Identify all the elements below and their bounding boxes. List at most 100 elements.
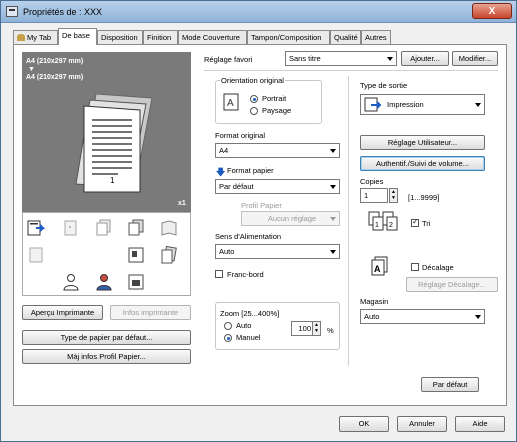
print-output-icon: [364, 97, 382, 112]
authentication-button[interactable]: Authentif./Suivi de volume...: [360, 156, 485, 171]
offset-checkbox[interactable]: [411, 263, 419, 271]
portrait-radio[interactable]: [250, 95, 258, 103]
collate-icon: 1 2: [368, 211, 398, 231]
secure-print-icon: [128, 274, 144, 290]
original-size-dropdown[interactable]: A4: [215, 143, 340, 158]
paper-profile-dropdown[interactable]: Aucun réglage: [241, 211, 340, 226]
printer-icon: [6, 6, 18, 17]
copies-input[interactable]: 1: [360, 188, 388, 203]
ok-button[interactable]: OK: [339, 416, 389, 432]
chevron-down-icon: [330, 217, 336, 221]
zoom-spinner[interactable]: ▲ ▼: [312, 321, 321, 336]
printer-info-button[interactable]: Infos imprimante: [110, 305, 191, 320]
paper-profile-label: Profil Papier: [241, 201, 282, 210]
preview-paper-size: A4 (210x297 mm): [26, 74, 84, 81]
modify-favorite-button[interactable]: Modifier...: [452, 51, 498, 66]
help-button[interactable]: Aide: [455, 416, 505, 432]
zoom-manual-radio[interactable]: [224, 334, 232, 342]
landscape-radio[interactable]: [250, 107, 258, 115]
feed-direction-dropdown[interactable]: Auto: [215, 244, 340, 259]
tab-de-base[interactable]: De base: [58, 28, 97, 45]
offset-icon: A: [371, 256, 388, 276]
tab-my-tab[interactable]: My Tab: [13, 30, 58, 44]
update-paper-profile-button[interactable]: Màj infos Profil Papier...: [22, 349, 191, 364]
copies-range: [1...9999]: [408, 193, 440, 202]
copies-label: Copies: [360, 177, 384, 186]
feed-direction-label: Sens d'Alimentation: [215, 232, 282, 241]
tab-finition[interactable]: Finition: [143, 30, 178, 44]
zoom-label: Zoom [25...400%]: [220, 309, 280, 318]
print-preview-button[interactable]: Aperçu Imprimante: [22, 305, 103, 320]
chevron-down-icon: [330, 185, 336, 189]
output-type-value: Impression: [387, 100, 424, 109]
chevron-down-icon: [475, 103, 481, 107]
punch-icon: [29, 247, 43, 263]
divider: [348, 76, 349, 366]
collate-icon: [128, 219, 144, 236]
collate-checkbox[interactable]: [411, 217, 419, 227]
output-type-label: Type de sortie: [360, 81, 408, 90]
svg-text:A: A: [374, 264, 381, 274]
tab-label: My Tab: [27, 33, 52, 42]
borderless-label: Franc-bord: [227, 270, 264, 279]
tab-disposition[interactable]: Disposition: [97, 30, 143, 44]
tab-label: De base: [62, 31, 90, 40]
zoom-unit: %: [327, 326, 334, 335]
paper-profile-value: Aucun réglage: [267, 214, 317, 223]
zoom-manual-label: Manuel: [236, 333, 261, 342]
default-paper-type-button[interactable]: Type de papier par défaut...: [22, 330, 191, 345]
cancel-button[interactable]: Annuler: [397, 416, 447, 432]
borderless-checkbox[interactable]: [215, 270, 223, 278]
page-number: 1: [110, 176, 115, 185]
staple-icon: [64, 220, 77, 236]
output-type-dropdown[interactable]: Impression: [360, 94, 485, 115]
copies-badge: x1: [178, 200, 186, 207]
original-size-value: A4: [219, 146, 229, 155]
favorite-value: Sans titre: [289, 54, 321, 63]
account-track-icon: [96, 274, 112, 291]
tab-qualite[interactable]: Qualité: [330, 30, 361, 44]
chevron-down-icon: [330, 250, 336, 254]
divider: [204, 70, 498, 71]
feed-direction-value: Auto: [219, 247, 235, 256]
tab-label: Autres: [365, 33, 387, 42]
tab-label: Finition: [147, 33, 172, 42]
paper-size-label: Format papier: [227, 166, 274, 175]
svg-text:A: A: [227, 98, 234, 109]
restore-defaults-button[interactable]: Par défaut: [421, 377, 479, 392]
page-preview: A4 (210x297 mm) ▼ A4 (210x297 mm) 1 x1: [22, 52, 191, 212]
window-title: Propriétés de : XXX: [23, 7, 103, 17]
paper-size-dropdown[interactable]: Par défaut: [215, 179, 340, 194]
user-settings-button[interactable]: Réglage Utilisateur...: [360, 135, 485, 150]
favorite-dropdown[interactable]: Sans titre: [285, 51, 397, 66]
user-icon: [63, 274, 79, 291]
print-output-icon: [27, 220, 45, 236]
copies-value: 1: [364, 191, 369, 200]
portrait-label: Portrait: [262, 94, 287, 103]
offset-label: Décalage: [422, 263, 454, 272]
svg-text:2: 2: [389, 222, 393, 229]
paper-size-value: Par défaut: [219, 182, 254, 191]
copies-spinner[interactable]: ▲ ▼: [389, 188, 398, 203]
preview-output-size: A4 (210x297 mm): [26, 58, 84, 65]
favorite-label: Réglage favori: [204, 55, 253, 64]
tab-label: Tampon/Composition: [251, 33, 322, 42]
tab-label: Mode Couverture: [182, 33, 240, 42]
add-favorite-button[interactable]: Ajouter...: [401, 51, 449, 66]
tab-autres[interactable]: Autres: [361, 30, 391, 44]
chevron-down-icon: [475, 315, 481, 319]
landscape-label: Paysage: [262, 106, 292, 115]
tab-tampon-composition[interactable]: Tampon/Composition: [247, 30, 330, 44]
duplex-icon: [96, 219, 111, 236]
svg-text:1: 1: [375, 222, 379, 229]
orientation-label: Orientation original: [220, 76, 285, 85]
close-button[interactable]: X: [472, 3, 512, 19]
tab-mode-couverture[interactable]: Mode Couverture: [178, 30, 247, 44]
title-bar[interactable]: Propriétés de : XXX X: [1, 1, 516, 23]
zoom-auto-radio[interactable]: [224, 322, 232, 330]
tray-label: Magasin: [360, 297, 389, 306]
offset-settings-button[interactable]: Réglage Décalage...: [406, 277, 498, 292]
tab-label: Qualité: [334, 33, 358, 42]
zoom-auto-label: Auto: [236, 321, 252, 330]
tray-dropdown[interactable]: Auto: [360, 309, 485, 324]
